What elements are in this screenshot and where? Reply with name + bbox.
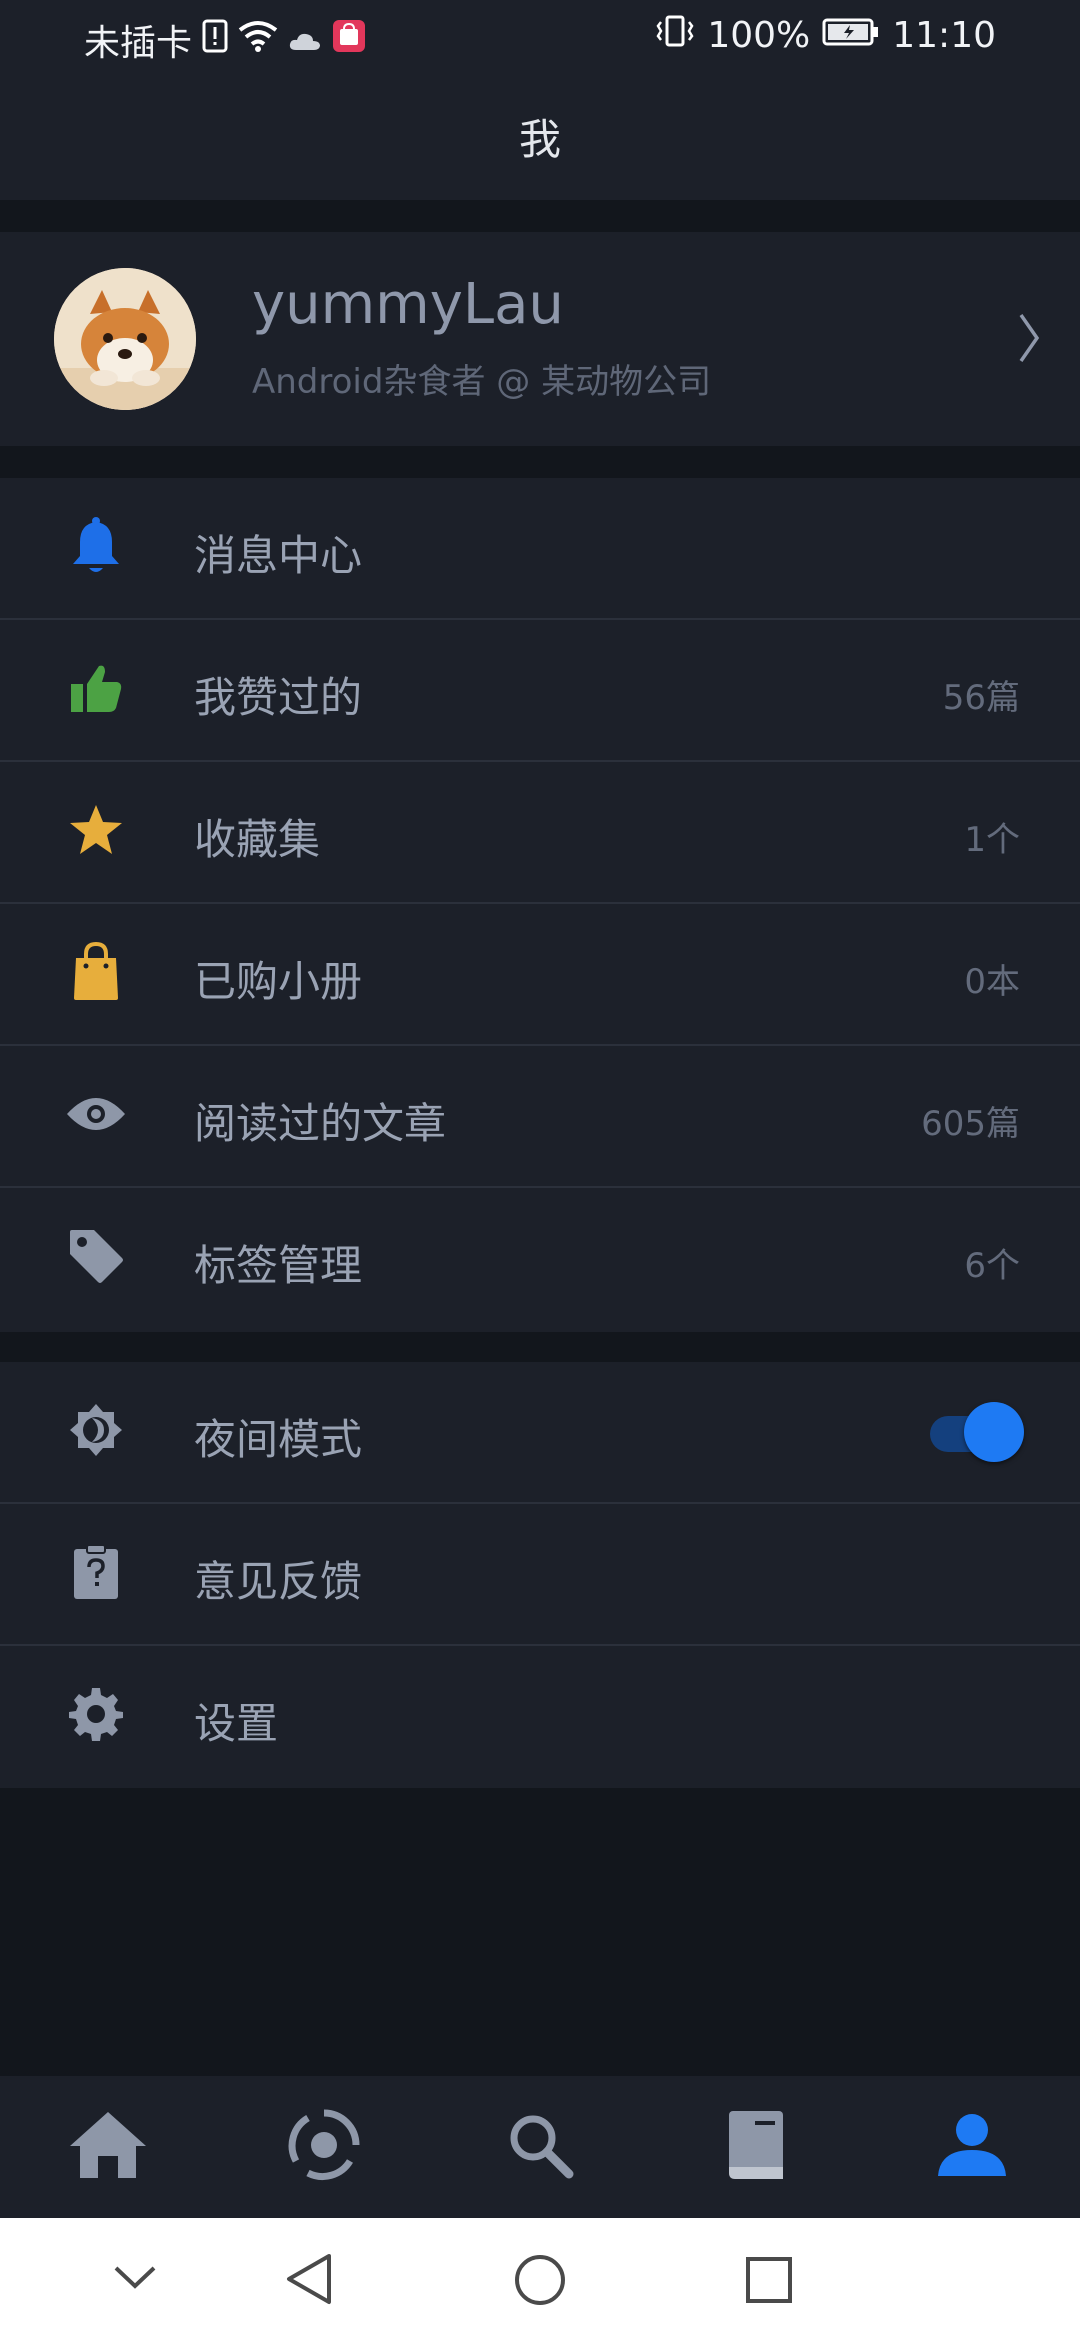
menu-item-purchased-booklets[interactable]: 已购小册 0本: [0, 904, 1080, 1046]
shopping-bag-icon: [64, 940, 128, 1004]
booklet-icon: [725, 2109, 787, 2185]
collapse-chevron-icon[interactable]: [112, 2264, 158, 2296]
menu-label: 阅读过的文章: [194, 1099, 447, 1148]
toggle-knob: [964, 1402, 1024, 1462]
settings-gear-icon: [64, 1682, 128, 1746]
store-app-icon: [332, 19, 366, 62]
feedback-clipboard-icon: [64, 1540, 128, 1604]
battery-percent: 100%: [707, 15, 811, 56]
profile-card[interactable]: yummyLau Android杂食者 @ 某动物公司: [0, 232, 1080, 446]
chevron-right-icon[interactable]: [1018, 312, 1040, 368]
menu-label: 标签管理: [194, 1241, 363, 1290]
home-circle-icon[interactable]: [514, 2254, 566, 2310]
menu-label: 我赞过的: [194, 673, 363, 722]
system-navigation-bar: [0, 2218, 1080, 2340]
page-title: 我: [518, 114, 561, 164]
menu-count: 6个: [964, 1246, 1020, 1286]
nav-booklets[interactable]: [648, 2076, 864, 2218]
app-header: 我: [0, 72, 1080, 200]
carrier-text: 未插卡: [84, 23, 193, 64]
sim-alert-icon: [202, 19, 228, 62]
tag-icon: [64, 1224, 128, 1288]
thumbs-up-icon: [64, 656, 128, 720]
night-mode-toggle[interactable]: [924, 1402, 1024, 1462]
vibrate-icon: [655, 14, 695, 57]
menu-item-collections[interactable]: 收藏集 1个: [0, 762, 1080, 904]
menu-item-messages[interactable]: 消息中心: [0, 478, 1080, 620]
menu-item-liked[interactable]: 我赞过的 56篇: [0, 620, 1080, 762]
search-icon: [505, 2110, 575, 2184]
menu-group-main: 消息中心 我赞过的 56篇 收藏集 1个 已购小册 0本 阅读过的文章 605篇…: [0, 478, 1080, 1332]
avatar[interactable]: [54, 268, 196, 410]
back-icon[interactable]: [285, 2252, 333, 2310]
home-icon: [68, 2110, 148, 2184]
bottom-navigation: [0, 2076, 1080, 2218]
menu-item-read-articles[interactable]: 阅读过的文章 605篇: [0, 1046, 1080, 1188]
menu-item-feedback[interactable]: 意见反馈: [0, 1504, 1080, 1646]
cloud-icon: [288, 20, 322, 61]
profile-icon: [936, 2112, 1008, 2182]
battery-icon: [822, 15, 880, 56]
status-bar: 未插卡 100% 11:10: [0, 0, 1080, 72]
menu-count: 0本: [964, 962, 1020, 1002]
menu-item-settings[interactable]: 设置: [0, 1646, 1080, 1788]
menu-count: 605篇: [921, 1104, 1020, 1144]
username: yummyLau: [252, 272, 564, 337]
menu-label: 消息中心: [194, 531, 363, 580]
menu-group-settings: 夜间模式 意见反馈 设置: [0, 1362, 1080, 1788]
menu-label: 收藏集: [194, 815, 321, 864]
menu-item-night-mode[interactable]: 夜间模式: [0, 1362, 1080, 1504]
wifi-icon: [238, 20, 278, 61]
nav-pins[interactable]: [216, 2076, 432, 2218]
night-mode-icon: [64, 1398, 128, 1462]
menu-item-tags[interactable]: 标签管理 6个: [0, 1188, 1080, 1330]
nav-home[interactable]: [0, 2076, 216, 2218]
menu-label: 夜间模式: [194, 1415, 363, 1464]
pins-icon: [288, 2109, 360, 2185]
menu-count: 56篇: [942, 678, 1020, 718]
nav-search[interactable]: [432, 2076, 648, 2218]
nav-profile[interactable]: [864, 2076, 1080, 2218]
user-bio: Android杂食者 @ 某动物公司: [252, 362, 712, 402]
menu-label: 已购小册: [194, 957, 363, 1006]
bell-icon: [64, 514, 128, 578]
clock-time: 11:10: [892, 15, 996, 56]
star-icon: [64, 798, 128, 862]
recents-square-icon[interactable]: [745, 2256, 793, 2308]
eye-icon: [64, 1082, 128, 1146]
menu-label: 意见反馈: [194, 1557, 363, 1606]
menu-count: 1个: [964, 820, 1020, 860]
menu-label: 设置: [194, 1699, 279, 1748]
